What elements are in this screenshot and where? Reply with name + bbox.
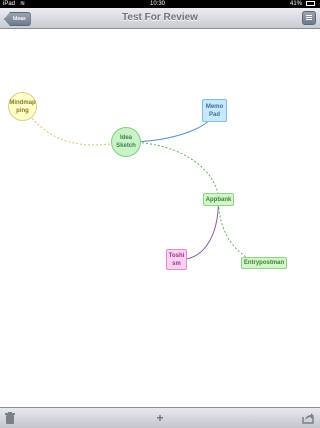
share-icon[interactable] xyxy=(302,412,314,424)
node-label: Toshi sm xyxy=(168,252,185,267)
back-button[interactable]: Ideas xyxy=(4,12,31,26)
battery-percent: 41% xyxy=(290,1,303,7)
node-entrypostman[interactable]: Entrypostman xyxy=(241,257,287,269)
status-bar: iPad ≋ 10:30 41% xyxy=(0,0,320,8)
trash-icon[interactable] xyxy=(4,412,16,424)
mindmap-canvas[interactable]: Mindmap ping Idea Sketch Memo Pad Appbank To… xyxy=(0,29,320,407)
carrier-label: iPad xyxy=(3,1,16,7)
node-label: Idea Sketch xyxy=(116,135,136,149)
node-toshism[interactable]: Toshi sm xyxy=(166,249,187,270)
node-label: Memo Pad xyxy=(205,103,224,118)
node-label: Entrypostman xyxy=(243,260,285,266)
add-icon[interactable]: + xyxy=(154,412,166,424)
battery-icon xyxy=(306,1,315,6)
node-appbank[interactable]: Appbank xyxy=(203,193,234,206)
navigation-bar: Ideas Test For Review xyxy=(0,8,320,29)
mindmap-edges xyxy=(22,106,265,264)
menu-icon xyxy=(306,15,312,16)
bottom-toolbar: + xyxy=(0,407,320,428)
menu-icon-line xyxy=(306,19,312,20)
page-title: Test For Review xyxy=(122,12,198,23)
node-mindmapping[interactable]: Mindmap ping xyxy=(8,92,37,121)
menu-button[interactable] xyxy=(302,11,316,25)
clock: 10:30 xyxy=(150,1,166,7)
edge-appbank-to-entrypostman xyxy=(218,199,265,264)
node-label: Appbank xyxy=(205,196,232,203)
node-label: Mindmap ping xyxy=(9,99,36,114)
menu-icon-line xyxy=(306,17,312,18)
node-idea-sketch[interactable]: Idea Sketch xyxy=(111,127,141,157)
wifi-icon: ≋ xyxy=(20,1,26,7)
node-memo-pad[interactable]: Memo Pad xyxy=(202,99,227,122)
edge-idea-sketch-to-appbank xyxy=(125,141,219,200)
